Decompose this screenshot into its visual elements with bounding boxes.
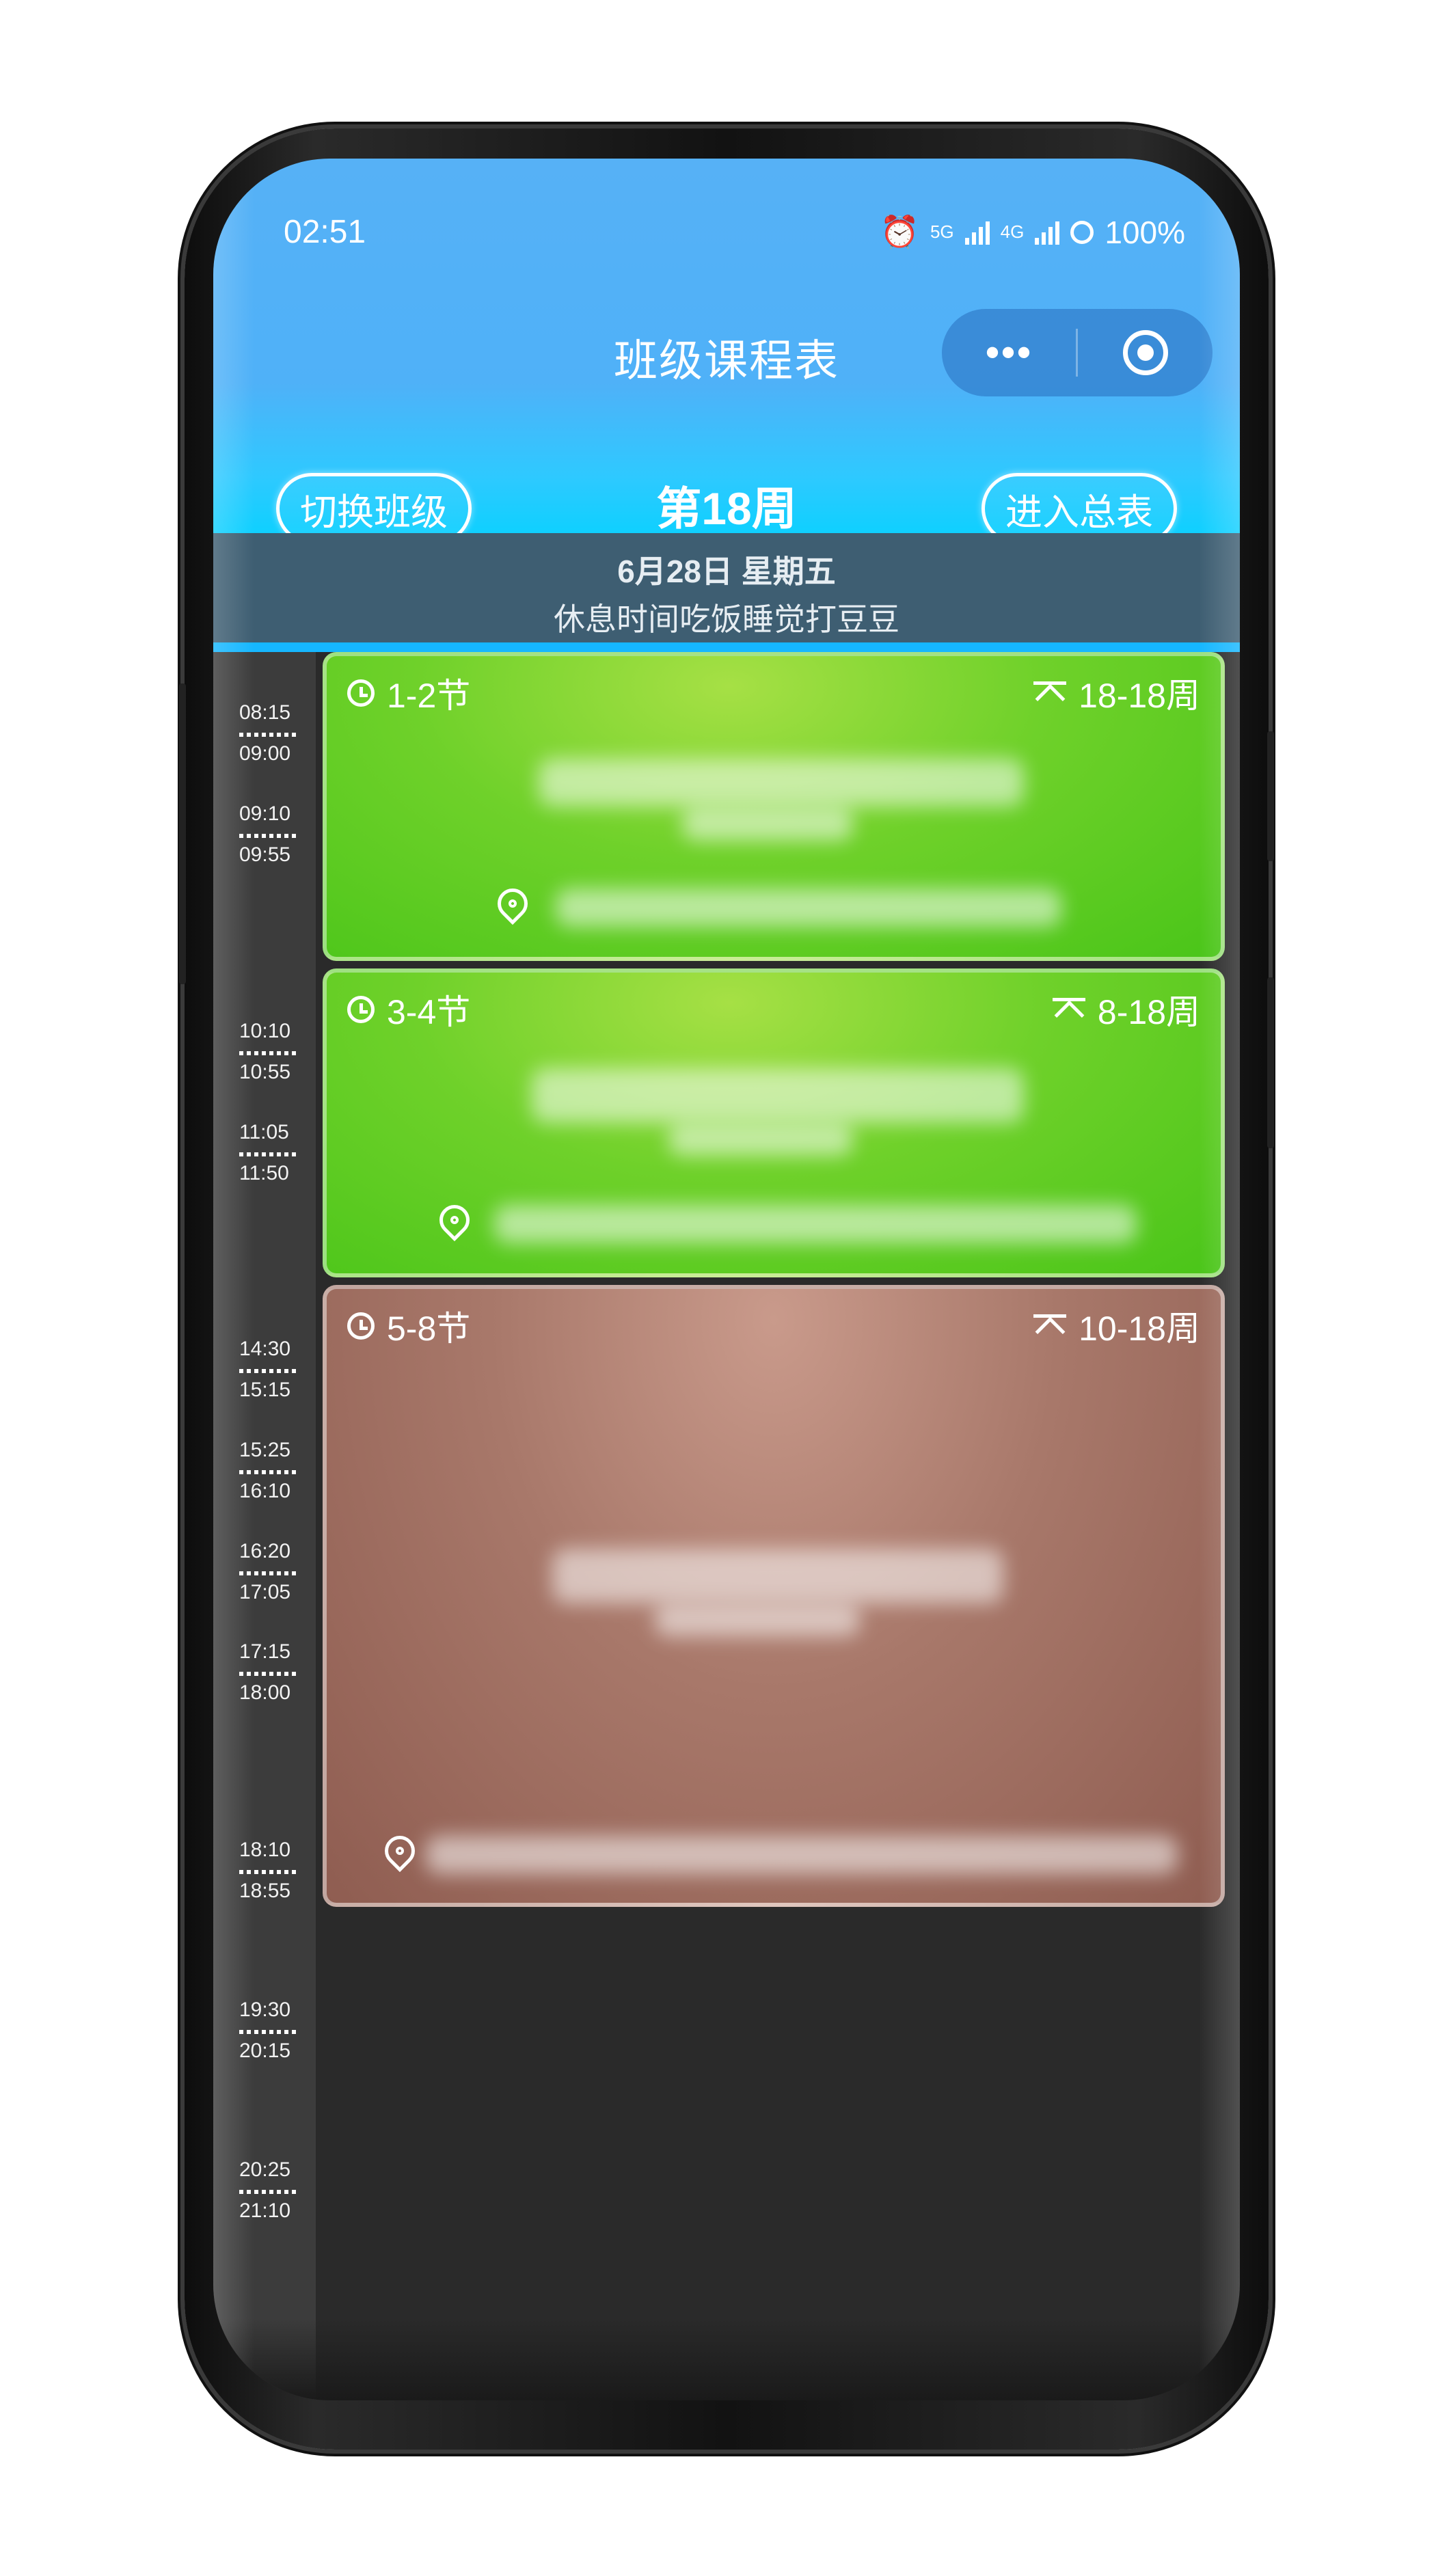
network-5g-label: 5G — [930, 221, 954, 242]
course-sections: 5-8节 — [387, 1310, 471, 1348]
course-sections: 3-4节 — [387, 993, 471, 1031]
rest-message: 休息时间吃饭睡觉打豆豆 — [554, 601, 899, 637]
location-pin-icon — [491, 882, 534, 925]
course-location-redacted — [494, 1205, 1137, 1243]
phone-side-button — [1267, 731, 1274, 861]
course-weeks: 8-18周 — [1097, 993, 1200, 1031]
collapse-icon — [1052, 998, 1085, 1021]
collapse-icon — [1033, 1314, 1067, 1338]
time-slot: 17:15 18:00 — [239, 1640, 316, 1705]
location-pin-icon — [378, 1829, 422, 1873]
battery-level: 100% — [1105, 214, 1185, 250]
time-slot: 19:30 20:15 — [239, 1998, 316, 2063]
location-pin-icon — [433, 1198, 476, 1242]
clock-icon — [347, 1312, 375, 1340]
alarm-icon: ⏰ — [880, 214, 919, 249]
time-slot: 14:30 15:15 — [239, 1338, 316, 1402]
time-slot: 18:10 18:55 — [239, 1839, 316, 1903]
app-screen: 02:51 ⏰ 5G 4G 100% 班级课程表 ••• 切换班级 第18周 进… — [213, 159, 1240, 2400]
signal-icon — [1035, 220, 1060, 245]
course-location-redacted — [556, 889, 1061, 927]
collapse-icon — [1033, 681, 1067, 705]
date-banner: 6月28日 星期五 休息时间吃饭睡觉打豆豆 — [213, 533, 1240, 642]
screen-bottom-edge — [213, 2318, 1240, 2400]
status-time: 02:51 — [284, 214, 366, 250]
close-button[interactable] — [1078, 330, 1213, 375]
phone-side-button — [1267, 977, 1274, 1148]
time-slot: 20:25 21:10 — [239, 2158, 316, 2223]
course-name-redacted — [539, 759, 1024, 806]
course-card[interactable]: 1-2节 18-18周 — [323, 652, 1225, 961]
course-name-redacted — [532, 1068, 1024, 1123]
time-slot: 15:25 16:10 — [239, 1439, 316, 1503]
mini-program-capsule: ••• — [942, 309, 1213, 396]
course-location-redacted — [426, 1836, 1178, 1874]
course-name-redacted — [552, 1549, 1003, 1603]
course-name-redacted — [682, 806, 853, 841]
course-card[interactable]: 5-8节 10-18周 — [323, 1285, 1225, 1907]
time-slot: 16:20 17:05 — [239, 1540, 316, 1604]
course-weeks: 10-18周 — [1079, 1310, 1200, 1348]
clock-icon — [347, 679, 375, 707]
header-divider — [213, 642, 1240, 652]
signal-icon — [964, 220, 990, 245]
course-weeks: 18-18周 — [1079, 677, 1200, 715]
phone-side-button — [179, 683, 186, 984]
time-slot: 10:10 10:55 — [239, 1020, 316, 1084]
app-header: 02:51 ⏰ 5G 4G 100% 班级课程表 ••• 切换班级 第18周 进… — [213, 159, 1240, 544]
time-slot: 09:10 09:55 — [239, 802, 316, 867]
time-slot: 08:15 09:00 — [239, 701, 316, 765]
status-bar-right: ⏰ 5G 4G 100% — [880, 213, 1185, 251]
current-date: 6月28日 星期五 — [617, 554, 836, 589]
battery-icon — [1070, 220, 1094, 244]
close-target-icon — [1122, 330, 1168, 375]
course-sections: 1-2节 — [387, 677, 471, 715]
time-column: 08:15 09:00 09:10 09:55 10:10 10:55 11:05 11… — [213, 652, 316, 2400]
course-name-redacted — [655, 1603, 860, 1636]
time-slot: 11:05 11:50 — [239, 1121, 316, 1185]
course-name-redacted — [668, 1123, 853, 1156]
clock-icon — [347, 996, 375, 1023]
network-4g-label: 4G — [1000, 221, 1025, 242]
more-icon[interactable]: ••• — [942, 332, 1076, 373]
course-card[interactable]: 3-4节 8-18周 — [323, 968, 1225, 1277]
